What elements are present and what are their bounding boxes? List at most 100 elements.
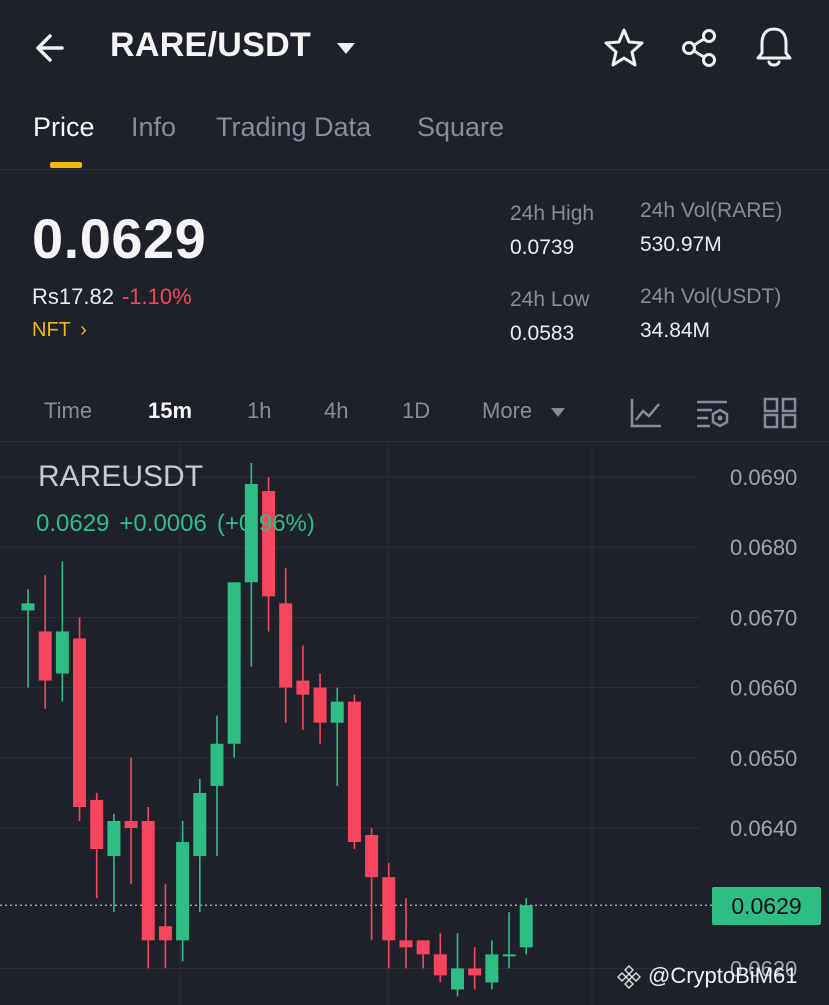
candle-body	[38, 631, 52, 681]
candle	[262, 477, 276, 632]
interval-more[interactable]: More	[482, 398, 532, 424]
candle	[227, 582, 241, 758]
candle	[158, 884, 172, 969]
candle-body	[279, 603, 293, 688]
tab-info[interactable]: Info	[131, 112, 176, 143]
caret-down-icon[interactable]	[334, 40, 358, 56]
candle	[502, 912, 516, 969]
candle	[451, 933, 464, 997]
pair-title[interactable]: RARE/USDT	[110, 26, 311, 65]
indicator-icon[interactable]	[628, 396, 664, 430]
vol-base-label: 24h Vol(RARE)	[640, 199, 783, 222]
candle-body	[262, 491, 276, 597]
candle	[141, 806, 155, 969]
candle	[73, 617, 87, 821]
high-value: 0.0739	[510, 236, 575, 259]
candle-body	[433, 954, 447, 976]
binance-logo-icon	[617, 965, 641, 989]
category-tag-label: NFT	[32, 319, 71, 341]
candle-body	[519, 905, 533, 948]
candle-body	[468, 968, 482, 976]
chart-symbol: RAREUSDT	[38, 460, 204, 493]
candle	[519, 898, 533, 955]
candle	[210, 715, 224, 857]
share-icon[interactable]	[678, 26, 722, 70]
candle-body	[382, 877, 396, 941]
y-tick-label: 0.0690	[730, 465, 797, 490]
layout-grid-icon[interactable]	[762, 396, 798, 430]
high-label: 24h High	[510, 202, 595, 225]
y-tick-label: 0.0650	[730, 746, 797, 771]
vol-quote-value: 34.84M	[640, 319, 711, 342]
candle-body	[124, 820, 138, 828]
tab-price[interactable]: Price	[33, 112, 95, 143]
candle-body	[73, 638, 87, 807]
candle-body	[451, 968, 464, 990]
change-percent: -1.10%	[121, 284, 192, 309]
low-label: 24h Low	[510, 288, 590, 311]
low-value: 0.0583	[510, 322, 575, 345]
chart-quote-change: +0.0006	[119, 510, 207, 537]
candle	[244, 462, 258, 667]
candles	[21, 462, 533, 997]
bell-icon[interactable]	[752, 24, 796, 70]
candle-body	[176, 842, 190, 941]
y-tick-label: 0.0670	[730, 605, 797, 630]
candle	[193, 778, 207, 913]
interval-1d[interactable]: 1D	[402, 398, 430, 424]
candle	[468, 947, 482, 990]
candle-body	[193, 792, 207, 857]
current-price-badge: 0.0629	[712, 887, 821, 925]
candle	[90, 792, 104, 899]
interval-4h[interactable]: 4h	[324, 398, 348, 424]
candle-body	[210, 743, 224, 786]
active-tab-indicator	[50, 162, 82, 168]
candle-body	[485, 954, 499, 983]
candle	[55, 561, 69, 702]
candle	[330, 687, 344, 786]
star-icon[interactable]	[602, 26, 646, 70]
chevron-right-icon: ›	[80, 319, 87, 341]
tab-trading-data[interactable]: Trading Data	[216, 112, 371, 143]
candle-body	[21, 603, 35, 611]
interval-15m[interactable]: 15m	[148, 398, 192, 424]
candle	[485, 940, 499, 990]
candle-body	[141, 820, 155, 941]
interval-time[interactable]: Time	[44, 398, 92, 424]
category-tag[interactable]: NFT ›	[32, 319, 87, 342]
candle	[107, 813, 121, 913]
candle	[382, 863, 396, 969]
y-tick-label: 0.0660	[730, 676, 797, 701]
candle-body	[90, 799, 104, 850]
candle-body	[107, 820, 121, 857]
candle-body	[296, 680, 310, 695]
chart-quote: 0.0629 +0.0006 (+0.96%)	[36, 510, 325, 538]
y-tick-label: 0.0680	[730, 535, 797, 560]
chart-settings-icon[interactable]	[694, 396, 730, 430]
candle-body	[365, 835, 379, 878]
caret-down-icon[interactable]	[550, 406, 566, 418]
candle	[38, 575, 52, 709]
vol-base-value: 530.97M	[640, 233, 722, 256]
candle-body	[330, 701, 344, 723]
chart-quote-price: 0.0629	[36, 510, 110, 537]
back-arrow-icon[interactable]	[32, 28, 76, 68]
candle-body	[399, 940, 413, 948]
last-price: 0.0629	[32, 207, 207, 270]
fiat-price: Rs17.82	[32, 284, 114, 309]
candle-body	[502, 954, 516, 957]
top-bar: RARE/USDT	[0, 0, 829, 95]
candle	[296, 645, 310, 730]
y-tick-label: 0.0640	[730, 816, 797, 841]
interval-bar: Time 15m 1h 4h 1D More	[0, 382, 829, 442]
candle	[124, 757, 138, 885]
candle	[433, 933, 447, 983]
candle	[347, 694, 361, 850]
vol-quote-label: 24h Vol(USDT)	[640, 285, 782, 308]
interval-1h[interactable]: 1h	[247, 398, 271, 424]
candle-body	[416, 940, 430, 955]
candle	[365, 828, 379, 941]
tab-square[interactable]: Square	[417, 112, 504, 143]
fiat-row: Rs17.82 -1.10%	[32, 284, 192, 310]
candle-body	[55, 631, 69, 674]
